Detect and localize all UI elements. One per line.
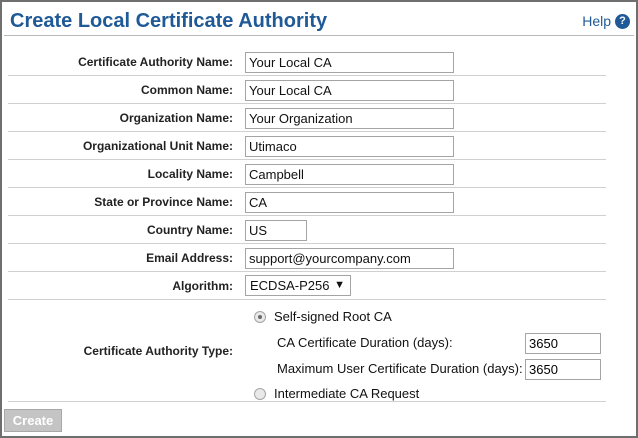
field-row-email: Email Address: support@yourcompany.com: [8, 244, 606, 272]
radio-option-intermediate[interactable]: Intermediate CA Request: [254, 386, 419, 401]
algorithm-selected-value: ECDSA-P256: [250, 278, 330, 293]
locality-label: Locality Name:: [147, 167, 233, 181]
email-label: Email Address:: [146, 251, 233, 265]
field-row-locality: Locality Name: Campbell: [8, 160, 606, 188]
email-input[interactable]: support@yourcompany.com: [245, 248, 454, 269]
country-input[interactable]: US: [245, 220, 307, 241]
field-row-ca-type: Certificate Authority Type: Self-signed …: [8, 300, 606, 402]
ca-type-label: Certificate Authority Type:: [83, 344, 233, 358]
locality-input[interactable]: Campbell: [245, 164, 454, 185]
field-row-common-name: Common Name: Your Local CA: [8, 76, 606, 104]
ca-form: Certificate Authority Name: Your Local C…: [8, 48, 606, 402]
algorithm-label: Algorithm:: [172, 279, 233, 293]
ca-name-label: Certificate Authority Name:: [78, 55, 233, 69]
help-icon: ?: [615, 13, 630, 29]
country-label: Country Name:: [146, 223, 233, 237]
create-button[interactable]: Create: [4, 409, 62, 432]
help-link[interactable]: Help ?: [582, 13, 630, 29]
organization-input[interactable]: Your Organization: [245, 108, 454, 129]
user-duration-input[interactable]: 3650: [525, 359, 601, 380]
page-title: Create Local Certificate Authority: [10, 10, 328, 32]
ca-name-input[interactable]: Your Local CA: [245, 52, 454, 73]
radio-intermediate-label: Intermediate CA Request: [274, 386, 420, 401]
chevron-down-icon: ▼: [334, 279, 345, 291]
organization-label: Organization Name:: [119, 111, 233, 125]
field-row-country: Country Name: US: [8, 216, 606, 244]
radio-option-root[interactable]: Self-signed Root CA: [254, 309, 392, 324]
radio-root-label: Self-signed Root CA: [274, 309, 392, 324]
field-row-org-unit: Organizational Unit Name: Utimaco: [8, 132, 606, 160]
common-name-input[interactable]: Your Local CA: [245, 80, 454, 101]
algorithm-select[interactable]: ECDSA-P256 ▼: [245, 275, 351, 296]
org-unit-label: Organizational Unit Name:: [82, 139, 233, 153]
ca-duration-input[interactable]: 3650: [525, 333, 601, 354]
user-duration-label: Maximum User Certificate Duration (days)…: [277, 361, 523, 376]
radio-root-icon[interactable]: [254, 310, 266, 323]
ca-duration-label: CA Certificate Duration (days):: [277, 335, 453, 350]
help-label: Help: [582, 13, 611, 29]
state-input[interactable]: CA: [245, 192, 454, 213]
org-unit-input[interactable]: Utimaco: [245, 136, 454, 157]
header-bar: Create Local Certificate Authority Help …: [4, 4, 634, 36]
field-row-state: State or Province Name: CA: [8, 188, 606, 216]
common-name-label: Common Name:: [140, 83, 233, 97]
radio-intermediate-icon[interactable]: [254, 387, 266, 400]
field-row-organization: Organization Name: Your Organization: [8, 104, 606, 132]
field-row-ca-name: Certificate Authority Name: Your Local C…: [8, 48, 606, 76]
state-label: State or Province Name:: [94, 195, 233, 209]
field-row-algorithm: Algorithm: ECDSA-P256 ▼: [8, 272, 606, 300]
